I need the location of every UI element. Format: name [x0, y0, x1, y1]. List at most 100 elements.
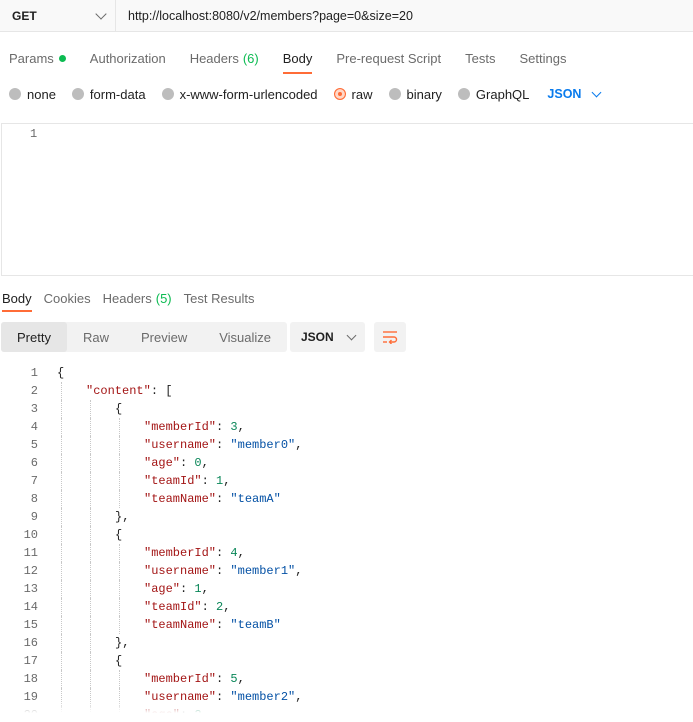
- token: :: [216, 672, 231, 686]
- body-type-options: none form-data x-www-form-urlencoded raw bin…: [9, 84, 602, 104]
- indent-guide: [119, 454, 120, 472]
- method-select[interactable]: GET: [0, 0, 116, 31]
- token: "teamName": [144, 618, 217, 632]
- tab-pre-request-script[interactable]: Pre-request Script: [336, 44, 441, 72]
- tab-headers[interactable]: Headers (6): [190, 44, 259, 72]
- line-number: 16: [23, 636, 38, 650]
- token: :: [216, 618, 231, 632]
- radio-binary[interactable]: binary: [388, 87, 442, 102]
- indent-guide: [61, 634, 62, 652]
- view-mode-pretty[interactable]: Pretty: [1, 322, 67, 352]
- chevron-down-icon: [95, 7, 107, 20]
- code-text: "memberId": 3,: [144, 418, 245, 436]
- response-body-viewer[interactable]: 1{2 "content": [3{4 "memberId": 3, 5 "userna…: [0, 364, 693, 714]
- indent-guide: [61, 382, 62, 400]
- radio-graphql[interactable]: GraphQL: [457, 87, 529, 102]
- wrap-lines-button[interactable]: [374, 322, 406, 352]
- radio-label: none: [27, 86, 56, 102]
- line-number: 7: [30, 474, 38, 488]
- line-number: 4: [30, 420, 38, 434]
- token: "member1": [230, 564, 296, 578]
- tab-params[interactable]: Params: [9, 44, 66, 72]
- code-line: 7 "teamId": 1,: [0, 472, 693, 490]
- token: :: [216, 564, 231, 578]
- indent-guide: [90, 526, 91, 544]
- code-text: "memberId": 5,: [144, 670, 245, 688]
- line-number: 6: [30, 456, 38, 470]
- token: 4: [230, 546, 238, 560]
- response-tab-body[interactable]: Body: [2, 288, 32, 312]
- token: 3: [230, 420, 238, 434]
- response-tab-headers[interactable]: Headers (5): [103, 288, 172, 308]
- indent-guide: [119, 562, 120, 580]
- tab-label: Body: [2, 290, 32, 306]
- indent-guide: [61, 598, 62, 616]
- radio-x-www-form-urlencoded[interactable]: x-www-form-urlencoded: [161, 87, 318, 102]
- code-text: },: [115, 508, 129, 526]
- token: "age": [144, 582, 181, 596]
- raw-language-select[interactable]: JSON: [547, 87, 602, 101]
- line-number: 18: [23, 672, 38, 686]
- indent-guide: [90, 652, 91, 670]
- method-label: GET: [12, 8, 37, 23]
- indent-guide: [61, 508, 62, 526]
- indent-guide: [61, 562, 62, 580]
- response-tab-cookies[interactable]: Cookies: [44, 288, 91, 308]
- url-input[interactable]: http://localhost:8080/v2/members?page=0&…: [116, 0, 693, 31]
- request-url-bar: GET http://localhost:8080/v2/members?pag…: [0, 0, 693, 32]
- indent-guide: [61, 472, 62, 490]
- tab-authorization[interactable]: Authorization: [90, 44, 166, 72]
- tab-tests[interactable]: Tests: [465, 44, 495, 72]
- token: ,: [223, 600, 231, 614]
- token: ,: [201, 456, 209, 470]
- request-body-editor[interactable]: 1: [1, 123, 693, 276]
- token: ,: [237, 420, 245, 434]
- line-number: 3: [30, 402, 38, 416]
- radio-raw[interactable]: raw: [333, 87, 373, 102]
- code-line: 18 "memberId": 5,: [0, 670, 693, 688]
- response-tab-test-results[interactable]: Test Results: [184, 288, 255, 308]
- code-line: 1{: [0, 364, 693, 382]
- token: },: [115, 636, 130, 650]
- view-mode-raw[interactable]: Raw: [67, 322, 125, 352]
- active-dot-icon: [58, 54, 66, 62]
- radio-none[interactable]: none: [9, 87, 56, 102]
- radio-circle-icon: [71, 88, 84, 100]
- indent-guide: [119, 418, 120, 436]
- token: "content": [86, 384, 151, 398]
- code-text: {: [115, 400, 122, 418]
- line-number: 9: [30, 510, 38, 524]
- code-text: {: [115, 652, 122, 670]
- token: },: [115, 510, 130, 524]
- token: "teamA": [230, 492, 281, 506]
- indent-guide: [119, 616, 120, 634]
- code-text: "teamId": 2,: [144, 598, 230, 616]
- tab-label: Headers: [189, 50, 239, 66]
- token: :: [216, 438, 231, 452]
- indent-guide: [119, 670, 120, 688]
- indent-guide: [90, 454, 91, 472]
- response-format-select[interactable]: JSON: [290, 322, 365, 352]
- token: "teamId": [144, 600, 202, 614]
- view-mode-preview[interactable]: Preview: [125, 322, 203, 352]
- line-number: 5: [30, 438, 38, 452]
- tab-count: (5): [155, 290, 172, 306]
- indent-guide: [90, 562, 91, 580]
- token: :: [216, 492, 231, 506]
- tab-label: Body: [282, 50, 313, 66]
- code-text: "age": 0,: [144, 454, 209, 472]
- response-format-label: JSON: [301, 330, 334, 344]
- code-text: "memberId": 4,: [144, 544, 245, 562]
- indent-guide: [61, 400, 62, 418]
- view-mode-visualize[interactable]: Visualize: [203, 322, 287, 352]
- tab-settings[interactable]: Settings: [519, 44, 566, 72]
- code-text: "content": [: [86, 382, 172, 400]
- token: {: [57, 366, 65, 380]
- token: 5: [230, 672, 238, 686]
- radio-circle-icon: [457, 88, 470, 100]
- tab-body[interactable]: Body: [282, 44, 313, 74]
- line-number: 10: [23, 528, 38, 542]
- radio-form-data[interactable]: form-data: [71, 87, 146, 102]
- code-text: "username": "member0",: [144, 436, 302, 454]
- tab-label: Pre-request Script: [336, 50, 442, 66]
